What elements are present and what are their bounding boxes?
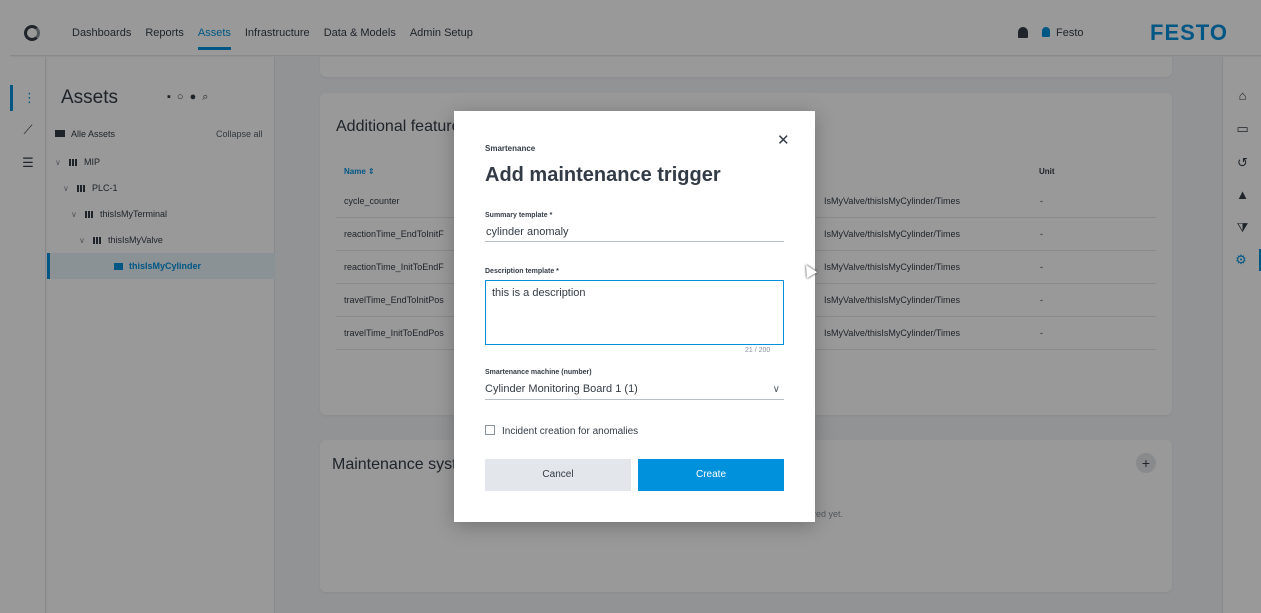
summary-input[interactable] [485, 222, 784, 242]
cancel-button[interactable]: Cancel [485, 459, 631, 491]
add-trigger-dialog: Smartenance ✕ Add maintenance trigger Su… [454, 111, 815, 522]
description-label: Description template * [485, 268, 559, 275]
incident-checkbox-label: Incident creation for anomalies [502, 426, 639, 437]
create-button[interactable]: Create [638, 459, 784, 491]
chevron-down-icon: ∨ [772, 384, 780, 395]
dialog-eyebrow: Smartenance [485, 144, 536, 153]
close-icon[interactable]: ✕ [777, 133, 790, 149]
incident-checkbox-row[interactable]: Incident creation for anomalies [485, 425, 638, 437]
dialog-title: Add maintenance trigger [485, 164, 721, 186]
incident-checkbox[interactable] [485, 425, 495, 435]
machine-label: Smartenance machine (number) [485, 369, 592, 376]
character-counter: 21 / 200 [745, 347, 771, 354]
description-textarea[interactable]: this is a description [485, 280, 784, 345]
summary-label: Summary template * [485, 212, 553, 219]
machine-select[interactable]: Cylinder Monitoring Board 1 (1) ∨ [485, 379, 784, 400]
machine-select-value: Cylinder Monitoring Board 1 (1) [485, 383, 638, 395]
